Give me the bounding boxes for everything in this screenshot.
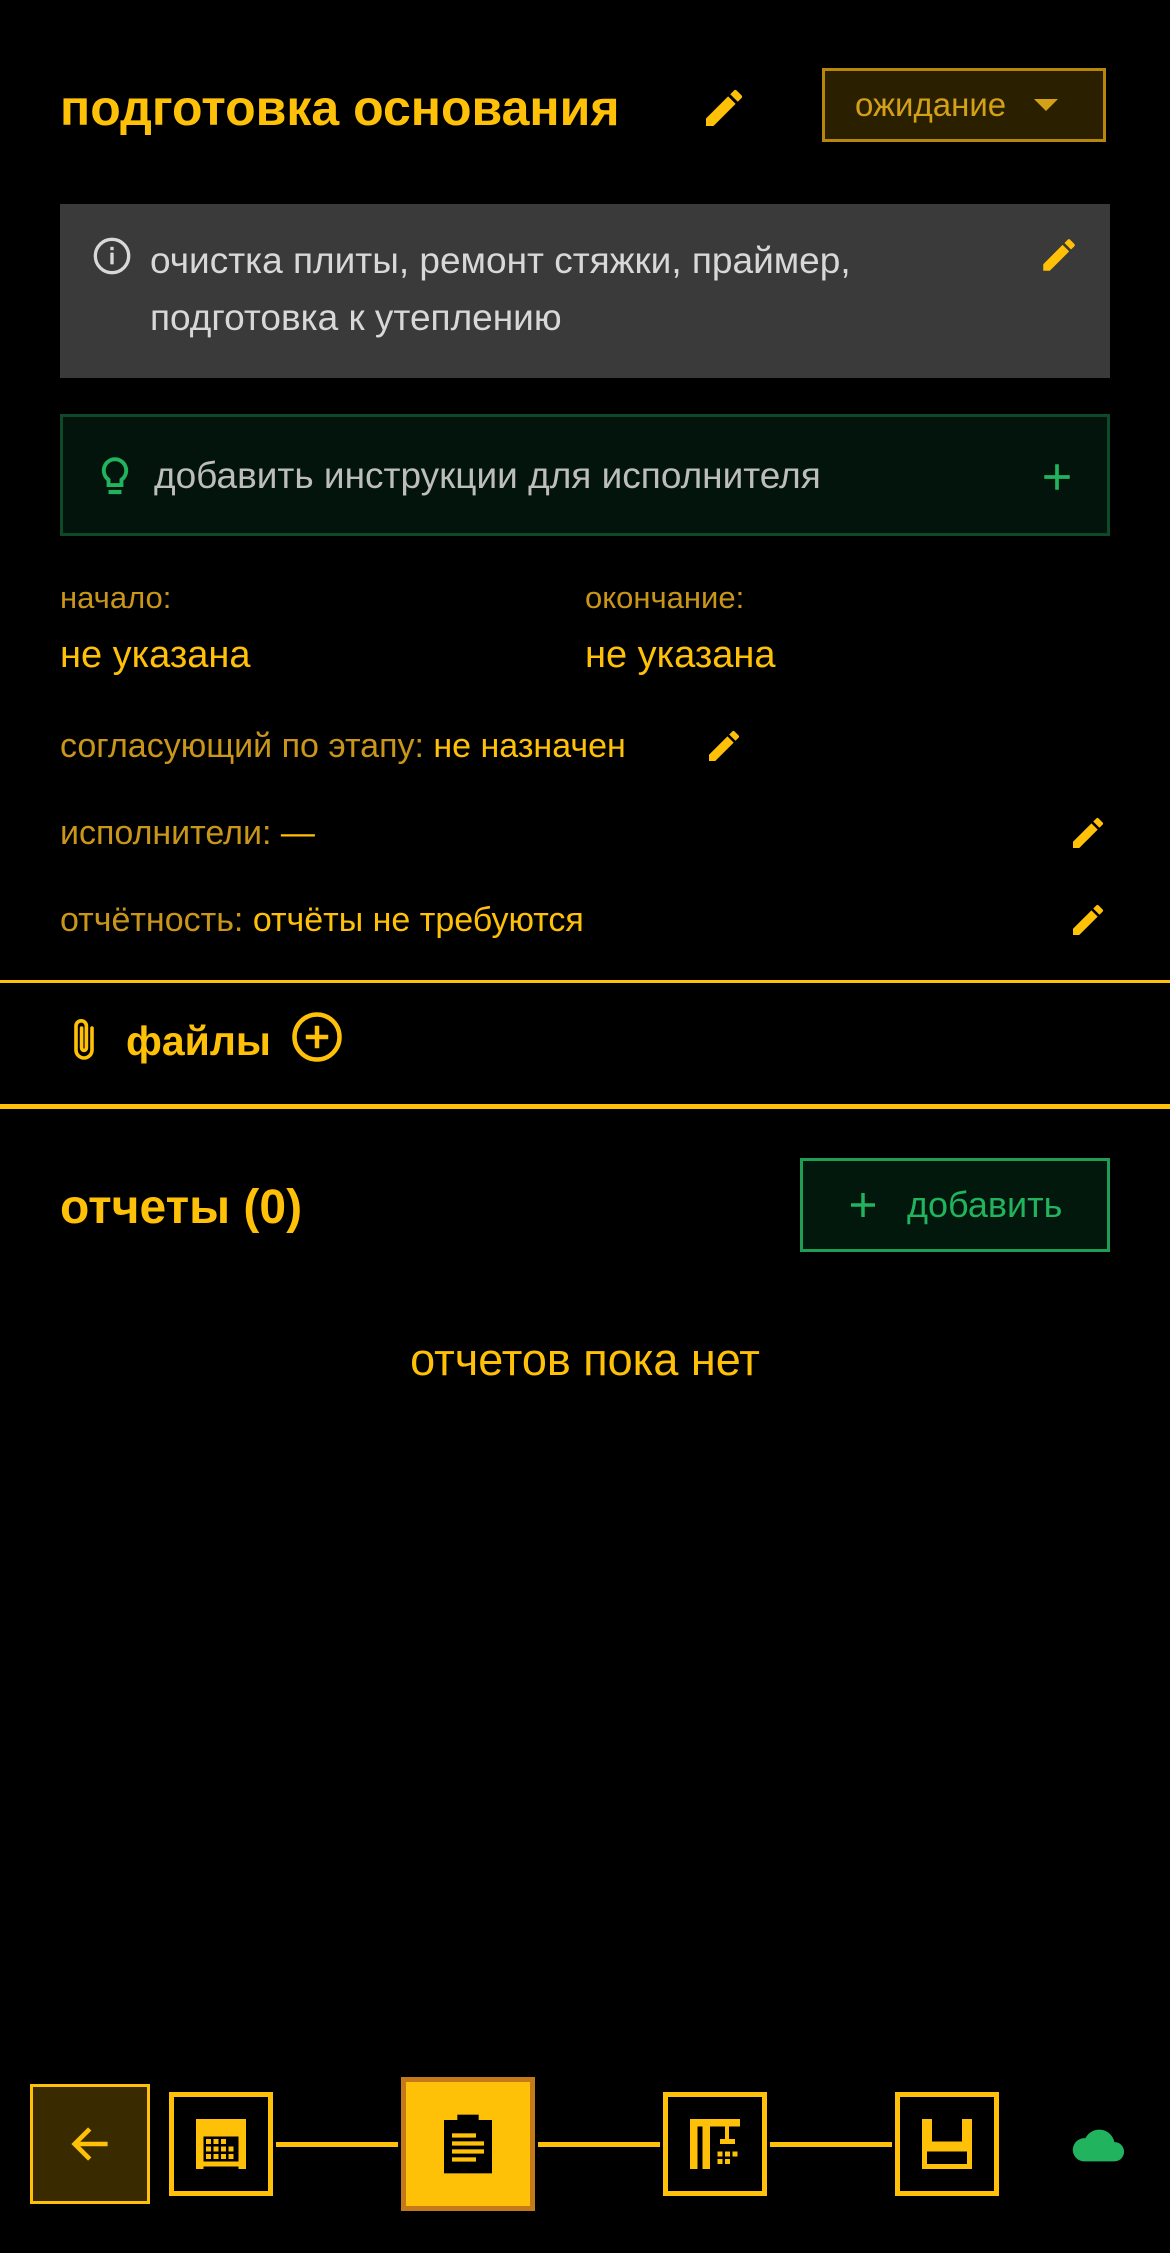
step-building[interactable] (169, 2092, 273, 2196)
step-clipboard[interactable] (401, 2077, 535, 2211)
divider (0, 980, 1170, 983)
add-report-label: добавить (907, 1184, 1063, 1225)
approver-value: не назначен (433, 727, 626, 765)
end-date-label: окончание: (585, 580, 745, 615)
page-title: подготовка основания (60, 80, 620, 136)
plus-icon (851, 1193, 875, 1217)
crane-icon (690, 2119, 740, 2169)
lightbulb-icon (101, 457, 129, 495)
status-value: ожидание (855, 86, 1007, 123)
executors-row: исполнители: — (60, 811, 315, 855)
pencil-icon[interactable] (1068, 900, 1108, 940)
pencil-icon[interactable] (1038, 234, 1080, 276)
step-connector (538, 2142, 660, 2147)
floppy-icon (922, 2119, 972, 2169)
info-icon (93, 237, 131, 275)
back-button[interactable] (30, 2084, 150, 2204)
add-circle-icon[interactable] (290, 1010, 344, 1064)
description-text: очистка плиты, ремонт стяжки, праймер, п… (150, 240, 851, 338)
step-connector (770, 2142, 892, 2147)
files-label: файлы (126, 1018, 271, 1064)
approver-label: согласующий по этапу: (60, 727, 424, 765)
caret-down-icon (1034, 99, 1059, 111)
divider (0, 1104, 1170, 1109)
status-dropdown[interactable]: ожидание (822, 68, 1106, 142)
step-crane[interactable] (663, 2092, 767, 2196)
plus-icon[interactable] (1040, 460, 1074, 494)
step-save[interactable] (895, 2092, 999, 2196)
approver-row: согласующий по этапу: не назначен (60, 724, 626, 768)
executors-label: исполнители: (60, 814, 272, 852)
reporting-row: отчётность: отчёты не требуются (60, 898, 584, 942)
paperclip-icon (74, 1019, 94, 1060)
reporting-value: отчёты не требуются (252, 901, 584, 939)
empty-reports-text: отчетов пока нет (410, 1334, 760, 1385)
step-connector (276, 2142, 398, 2147)
executors-value: — (280, 814, 315, 852)
end-date-value[interactable]: не указана (585, 630, 776, 680)
reporting-label: отчётность: (60, 901, 244, 939)
start-date-label: начало: (60, 580, 172, 615)
pencil-icon[interactable] (700, 84, 748, 132)
add-report-button[interactable]: добавить (800, 1158, 1110, 1252)
pencil-icon[interactable] (704, 726, 744, 766)
cloud-icon[interactable] (1068, 2122, 1126, 2166)
building-icon (196, 2119, 246, 2169)
pencil-icon[interactable] (1068, 813, 1108, 853)
clipboard-icon (444, 2114, 492, 2174)
start-date-value[interactable]: не указана (60, 630, 251, 680)
reports-title: отчеты (0) (60, 1181, 303, 1234)
instructions-placeholder: добавить инструкции для исполнителя (154, 455, 821, 496)
arrow-left-icon (71, 2127, 108, 2161)
